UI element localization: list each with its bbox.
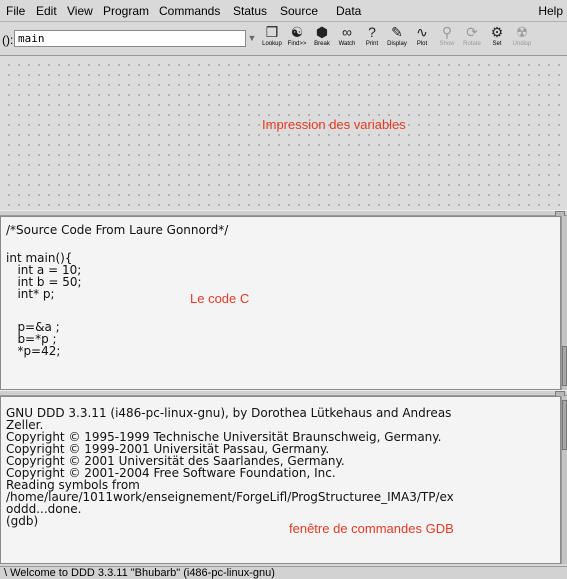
- source-line: *p=42;: [6, 344, 61, 358]
- console-pane-annotation: fenêtre de commandes GDB: [289, 521, 454, 536]
- menu-data[interactable]: Data: [336, 4, 361, 18]
- console-line: GNU DDD 3.3.11 (i486-pc-linux-gnu), by D…: [6, 406, 452, 420]
- display-button[interactable]: ✎ Display: [385, 25, 409, 53]
- lookup-button[interactable]: ❒ Lookup: [260, 25, 284, 53]
- menu-commands[interactable]: Commands: [159, 4, 220, 18]
- menu-help[interactable]: Help: [538, 4, 563, 18]
- rotate-button[interactable]: ⟳ Rotate: [460, 25, 484, 53]
- magnifier-icon: ❒: [265, 24, 279, 40]
- question-icon: ?: [368, 24, 376, 40]
- watch-button[interactable]: ∞ Watch: [335, 25, 359, 53]
- gdb-console[interactable]: GNU DDD 3.3.11 (i486-pc-linux-gnu), by D…: [0, 396, 561, 564]
- glasses-icon: ∞: [342, 24, 352, 40]
- gdb-prompt[interactable]: (gdb): [6, 515, 38, 527]
- data-window[interactable]: Impression des variables: [0, 56, 567, 210]
- plot-button[interactable]: ∿ Plot: [410, 25, 434, 53]
- menu-bar: File Edit View Program Commands Status S…: [0, 0, 567, 22]
- rotate-label: Rotate: [463, 41, 481, 47]
- data-pane-annotation: Impression des variables: [262, 117, 406, 132]
- stop-sign-icon: ⬢: [315, 24, 329, 40]
- set-button[interactable]: ⚙ Set: [485, 25, 509, 53]
- print-button[interactable]: ? Print: [360, 25, 384, 53]
- chevron-down-icon[interactable]: ▼: [246, 30, 258, 47]
- menu-source[interactable]: Source: [280, 4, 318, 18]
- binoculars-icon: ☯: [290, 24, 304, 40]
- show-icon: ⚲: [441, 24, 453, 40]
- menu-edit[interactable]: Edit: [36, 4, 57, 18]
- menu-view[interactable]: View: [67, 4, 93, 18]
- undisp-icon: ☢: [515, 24, 529, 40]
- find-button[interactable]: ☯ Find>>: [285, 25, 309, 53]
- console-scroll-thumb[interactable]: [562, 400, 567, 450]
- menu-file[interactable]: File: [6, 4, 25, 18]
- argument-field[interactable]: main: [14, 30, 246, 47]
- display-label: Display: [387, 41, 407, 47]
- plot-label: Plot: [416, 41, 428, 47]
- break-button[interactable]: ⬢ Break: [310, 25, 334, 53]
- console-scrollbar[interactable]: [561, 396, 567, 564]
- break-label: Break: [314, 41, 330, 47]
- source-pane-annotation: Le code C: [190, 291, 250, 306]
- source-scroll-thumb[interactable]: [562, 346, 567, 386]
- undisp-label: Undisp: [512, 41, 532, 47]
- show-button[interactable]: ⚲ Show: [435, 25, 459, 53]
- find-label: Find>>: [287, 41, 307, 47]
- print-label: Print: [365, 41, 379, 47]
- plot-icon: ∿: [416, 24, 428, 40]
- argument-label: ():: [2, 33, 14, 47]
- toolbar: (): main ▼ ❒ Lookup ☯ Find>> ⬢ Break ∞ W…: [0, 22, 567, 56]
- source-window[interactable]: /*Source Code From Laure Gonnord*/ int m…: [0, 216, 561, 390]
- menu-program[interactable]: Program: [103, 4, 149, 18]
- status-bar: \ Welcome to DDD 3.3.11 "Bhubarb" (i486-…: [0, 566, 567, 579]
- show-label: Show: [439, 41, 455, 47]
- source-line: /*Source Code From Laure Gonnord*/: [6, 223, 229, 237]
- source-line: int* p;: [6, 287, 55, 301]
- set-label: Set: [492, 41, 502, 47]
- undisp-button[interactable]: ☢ Undisp: [510, 25, 534, 53]
- lookup-label: Lookup: [262, 41, 282, 47]
- menu-status[interactable]: Status: [233, 4, 267, 18]
- set-icon: ⚙: [490, 24, 504, 40]
- rotate-icon: ⟳: [466, 24, 478, 40]
- display-icon: ✎: [391, 24, 403, 40]
- source-scrollbar[interactable]: [561, 216, 567, 390]
- watch-label: Watch: [338, 41, 356, 47]
